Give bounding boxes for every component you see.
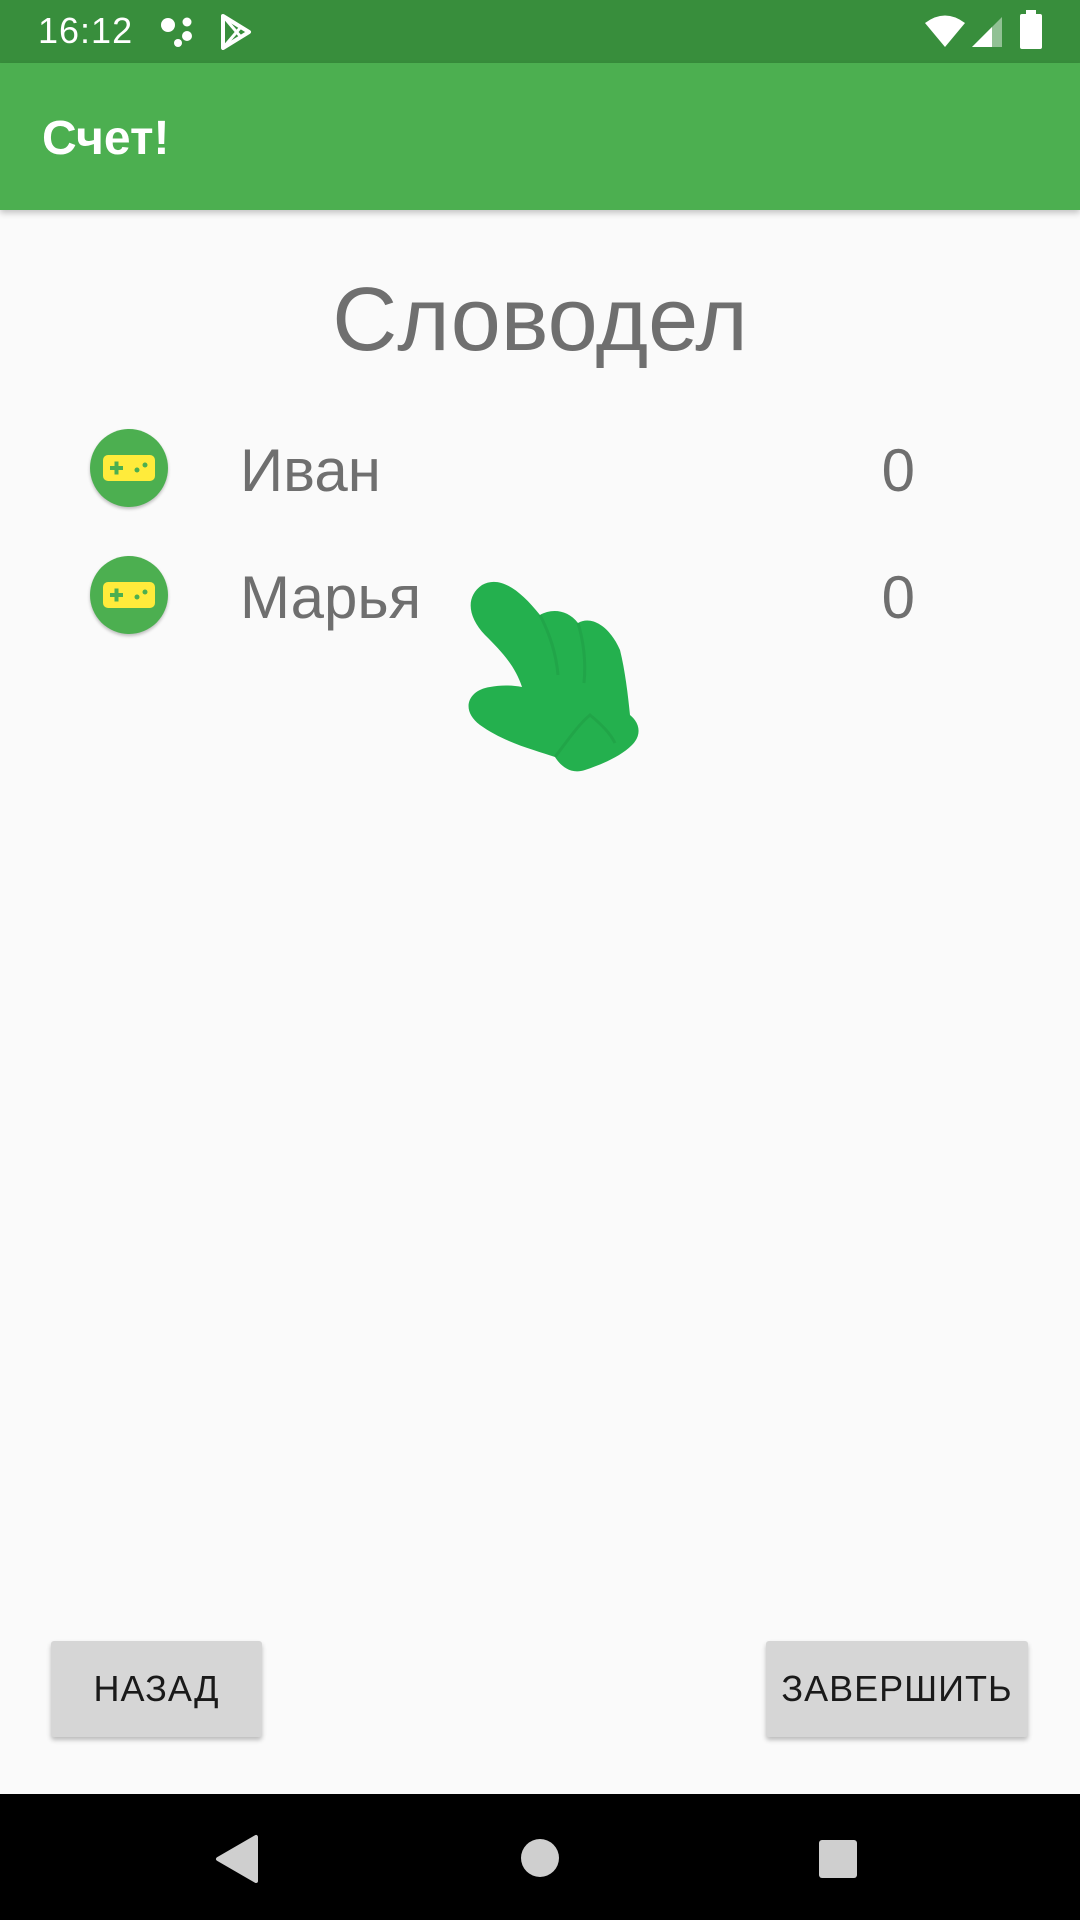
assistant-dots-icon [161,17,192,47]
pointing-hand-icon [468,581,639,772]
gamepad-icon [103,455,155,481]
player-score: 0 [881,564,915,631]
status-time: 16:12 [38,10,134,51]
app-bar: Счет! [0,63,1080,210]
gamepad-icon [103,582,155,608]
player-name: Марья [240,564,422,631]
app-title: Счет! [42,112,170,165]
finish-button[interactable]: ЗАВЕРШИТЬ [766,1641,1028,1737]
back-button[interactable]: НАЗАД [51,1641,262,1737]
navigation-bar [0,1794,1080,1920]
game-title: Словодел [332,270,748,370]
play-store-icon [221,14,251,50]
score-screen: 16:12 Счет! Словодел Иван 0 Марья 0 НАЗА… [0,0,1080,1920]
home-icon[interactable] [518,1836,562,1880]
player-avatar [90,556,168,634]
back-icon[interactable] [214,1834,260,1884]
wifi-icon [925,15,965,47]
signal-icon [972,17,1002,47]
battery-icon [1020,10,1042,49]
recents-icon[interactable] [817,1838,859,1880]
player-row: Иван 0 [0,416,1080,516]
player-name: Иван [240,437,381,504]
player-avatar [90,429,168,507]
player-score: 0 [881,437,915,504]
status-bar: 16:12 [0,0,1080,63]
